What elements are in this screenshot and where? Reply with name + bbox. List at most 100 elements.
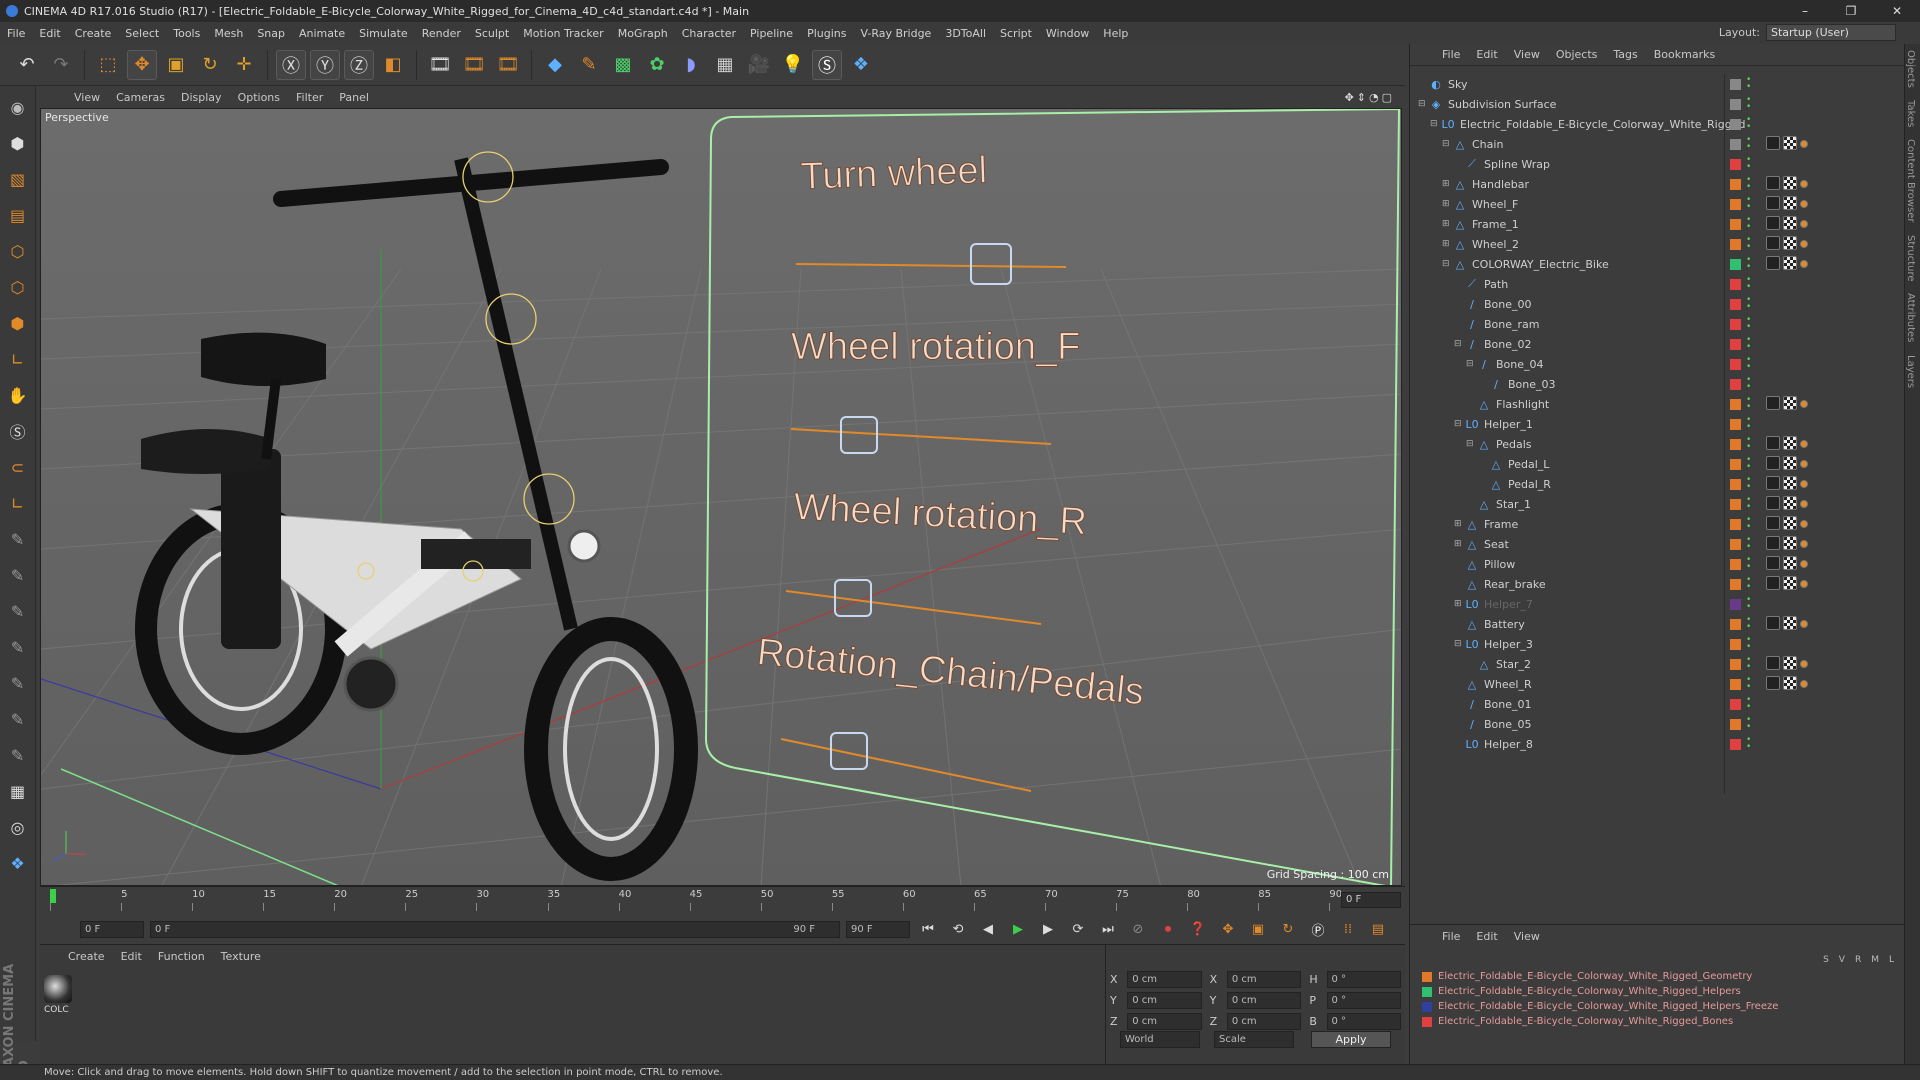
tag-icon[interactable]: [1800, 500, 1808, 508]
object-name[interactable]: Path: [1484, 278, 1508, 291]
key-position-icon[interactable]: ✥: [1216, 918, 1240, 940]
layout-dropdown[interactable]: Startup (User): [1766, 24, 1896, 41]
menu-item-script[interactable]: Script: [993, 27, 1039, 40]
sculpt-grab-icon[interactable]: ✎: [4, 740, 32, 770]
timeline-window-icon[interactable]: ▤: [1366, 918, 1390, 940]
tag-icon[interactable]: [1766, 136, 1780, 150]
layer-color-swatch[interactable]: [1730, 99, 1741, 110]
viewport-menu-view[interactable]: View: [66, 91, 108, 104]
layer-color-swatch[interactable]: [1730, 279, 1741, 290]
menu-item-v-ray-bridge[interactable]: V-Ray Bridge: [853, 27, 938, 40]
python-icon[interactable]: ❖: [846, 50, 876, 80]
expand-toggle-icon[interactable]: ⊟: [1454, 639, 1464, 649]
coordinate-value-field[interactable]: 0 cm: [1127, 1013, 1202, 1030]
material-menu-edit[interactable]: Edit: [113, 950, 150, 963]
tag-icon[interactable]: [1800, 660, 1808, 668]
model-mode-icon[interactable]: ⬢: [4, 128, 32, 158]
coordinate-space-dropdown[interactable]: World: [1120, 1031, 1200, 1048]
rotate-tool-icon[interactable]: ↻: [195, 50, 225, 80]
tag-icon[interactable]: [1766, 556, 1780, 570]
visibility-dots[interactable]: • •: [1746, 236, 1751, 252]
tag-icon[interactable]: [1783, 556, 1797, 570]
layer-row[interactable]: Electric_Foldable_E-Bicycle_Colorway_Whi…: [1410, 1014, 1890, 1029]
camera-icon[interactable]: 🎥: [744, 50, 774, 80]
material-menu-function[interactable]: Function: [150, 950, 213, 963]
layer-color-swatch[interactable]: [1730, 339, 1741, 350]
object-name[interactable]: Frame: [1484, 518, 1518, 531]
record-keys-icon[interactable]: ⏺: [1156, 918, 1180, 940]
tag-icon[interactable]: [1800, 580, 1808, 588]
floor-icon[interactable]: ▦: [710, 50, 740, 80]
soft-selection-icon[interactable]: ◎: [4, 812, 32, 842]
tag-icon[interactable]: [1783, 396, 1797, 410]
tag-icon[interactable]: [1800, 480, 1808, 488]
object-menu-tags[interactable]: Tags: [1605, 48, 1645, 61]
object-name[interactable]: Chain: [1472, 138, 1503, 151]
key-rotation-icon[interactable]: ↻: [1276, 918, 1300, 940]
motion-record-icon[interactable]: ⊘: [1126, 918, 1150, 940]
tag-icon[interactable]: [1783, 496, 1797, 510]
object-row[interactable]: △ Battery • •: [1410, 614, 1905, 634]
tag-icon[interactable]: [1800, 260, 1808, 268]
tag-icon[interactable]: [1783, 196, 1797, 210]
visibility-dots[interactable]: • •: [1746, 76, 1751, 92]
menu-item-3dtoall[interactable]: 3DToAll: [938, 27, 993, 40]
visibility-dots[interactable]: • •: [1746, 696, 1751, 712]
object-row[interactable]: ⊟ L0 Electric_Foldable_E-Bicycle_Colorway_…: [1410, 114, 1905, 134]
object-row[interactable]: ⊞ △ Wheel_F • •: [1410, 194, 1905, 214]
object-row[interactable]: ⊞ L0 Helper_7 • •: [1410, 594, 1905, 614]
object-name[interactable]: Pedal_L: [1508, 458, 1549, 471]
object-name[interactable]: Bone_05: [1484, 718, 1532, 731]
move-tool-icon[interactable]: ✥: [127, 49, 157, 80]
tag-icon[interactable]: [1766, 176, 1780, 190]
coordinate-value-field[interactable]: 0 cm: [1226, 971, 1302, 988]
timeline-playhead[interactable]: [50, 889, 56, 903]
subdivision-surface-icon[interactable]: ▩: [608, 50, 638, 80]
viewport-menu-filter[interactable]: Filter: [288, 91, 331, 104]
tag-icon[interactable]: [1800, 240, 1808, 248]
object-name[interactable]: Pedals: [1496, 438, 1532, 451]
layer-color-swatch[interactable]: [1730, 259, 1741, 270]
previous-key-icon[interactable]: ⟲: [946, 918, 970, 940]
visibility-dots[interactable]: • •: [1746, 476, 1751, 492]
viewport-menu-panel[interactable]: Panel: [331, 91, 377, 104]
tag-icon[interactable]: [1766, 436, 1780, 450]
menu-item-plugins[interactable]: Plugins: [800, 27, 853, 40]
menu-item-help[interactable]: Help: [1096, 27, 1135, 40]
snap-icon[interactable]: Ⓢ: [4, 416, 32, 446]
object-row[interactable]: ⊞ △ Frame_1 • •: [1410, 214, 1905, 234]
expand-toggle-icon[interactable]: ⊞: [1442, 199, 1452, 209]
menu-item-pipeline[interactable]: Pipeline: [743, 27, 800, 40]
expand-toggle-icon[interactable]: ⊟: [1430, 119, 1440, 129]
tag-icon[interactable]: [1766, 216, 1780, 230]
layer-color-swatch[interactable]: [1730, 119, 1741, 130]
object-menu-bookmarks[interactable]: Bookmarks: [1646, 48, 1723, 61]
object-row[interactable]: ⊞ △ Wheel_2 • •: [1410, 234, 1905, 254]
object-menu-file[interactable]: File: [1434, 48, 1468, 61]
layer-color-swatch[interactable]: [1730, 359, 1741, 370]
object-row[interactable]: △ Rear_brake • •: [1410, 574, 1905, 594]
object-name[interactable]: Rear_brake: [1484, 578, 1546, 591]
visibility-dots[interactable]: • •: [1746, 156, 1751, 172]
workplane-lock-icon[interactable]: ∟: [4, 488, 32, 518]
axis-mode-icon[interactable]: ∟: [4, 344, 32, 374]
layer-color-swatch[interactable]: [1730, 139, 1741, 150]
tag-icon[interactable]: [1800, 220, 1808, 228]
object-row[interactable]: ⊞ △ Frame • •: [1410, 514, 1905, 534]
go-to-end-icon[interactable]: ⏭: [1096, 918, 1120, 940]
expand-toggle-icon[interactable]: ⊟: [1466, 359, 1476, 369]
object-row[interactable]: △ Star_2 • •: [1410, 654, 1905, 674]
object-name[interactable]: Star_1: [1496, 498, 1531, 511]
side-tab-content-browser[interactable]: Content Browser: [1905, 133, 1916, 228]
menu-item-render[interactable]: Render: [415, 27, 468, 40]
tag-icon[interactable]: [1800, 440, 1808, 448]
visibility-dots[interactable]: • •: [1746, 576, 1751, 592]
side-tab-structure[interactable]: Structure: [1905, 229, 1916, 288]
visibility-dots[interactable]: • •: [1746, 336, 1751, 352]
viewport-menu-cameras[interactable]: Cameras: [108, 91, 173, 104]
menu-item-tools[interactable]: Tools: [166, 27, 207, 40]
tag-icon[interactable]: [1766, 576, 1780, 590]
layer-color-swatch[interactable]: [1730, 519, 1741, 530]
tag-icon[interactable]: [1766, 676, 1780, 690]
tag-icon[interactable]: [1800, 400, 1808, 408]
